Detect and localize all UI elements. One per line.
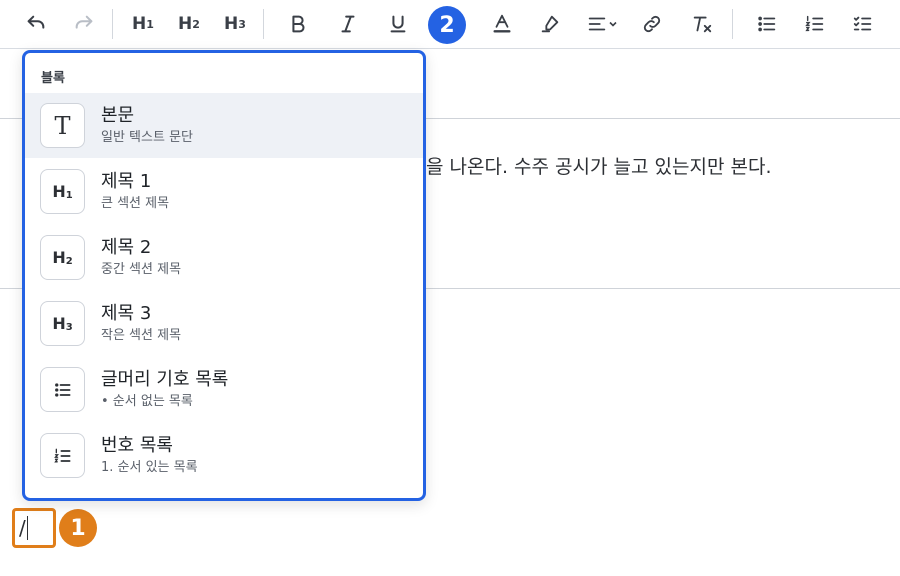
heading-3-button[interactable]: H3 (215, 6, 255, 42)
menu-item-title: 제목 1 (101, 171, 152, 192)
menu-item-title: 번호 목록 (101, 435, 173, 456)
underline-icon (390, 15, 406, 33)
document-paragraph[interactable]: 을 나온다. 수주 공시가 늘고 있는지만 본다. (426, 152, 771, 179)
menu-item-desc: 작은 섹션 제목 (101, 328, 182, 343)
italic-icon (341, 15, 355, 33)
slash-command-input[interactable]: / (12, 508, 56, 548)
menu-item-heading-1[interactable]: H1 제목 1 큰 섹션 제목 (25, 159, 423, 224)
heading-1-button[interactable]: H1 (123, 6, 163, 42)
text-color-button[interactable] (482, 6, 522, 42)
numbered-list-icon (805, 15, 824, 32)
redo-icon (75, 15, 93, 29)
menu-item-desc: 중간 섹션 제목 (101, 262, 182, 277)
align-left-icon (588, 17, 606, 31)
text-color-icon (493, 14, 511, 33)
bullet-list-icon (40, 367, 85, 412)
undo-icon (27, 15, 45, 29)
slash-input-value: / (19, 516, 26, 540)
clear-format-button[interactable] (682, 6, 722, 42)
redo-button[interactable] (66, 6, 102, 42)
menu-item-title: 글머리 기호 목록 (101, 369, 229, 390)
bold-button[interactable] (278, 6, 318, 42)
undo-button[interactable] (18, 6, 54, 42)
menu-item-heading-2[interactable]: H2 제목 2 중간 섹션 제목 (25, 225, 423, 290)
menu-item-numbered-list[interactable]: 번호 목록 1. 순서 있는 목록 (25, 423, 423, 488)
numbered-list-icon (40, 433, 85, 478)
numbered-list-button[interactable] (795, 6, 835, 42)
menu-item-bullet-list[interactable]: 글머리 기호 목록 • 순서 없는 목록 (25, 357, 423, 422)
link-button[interactable] (632, 6, 672, 42)
heading-1-icon: H1 (40, 169, 85, 214)
block-type-menu: 블록 T 본문 일반 텍스트 문단 H1 제목 1 큰 섹션 제목 H2 제목 … (22, 50, 426, 501)
bullet-list-icon (758, 16, 776, 32)
underline-button[interactable] (378, 6, 418, 42)
menu-item-desc: 큰 섹션 제목 (101, 196, 170, 211)
italic-button[interactable] (328, 6, 368, 42)
task-list-button[interactable] (843, 6, 883, 42)
toolbar-divider (263, 9, 264, 39)
heading-2-icon: H2 (40, 235, 85, 280)
highlighter-icon (541, 15, 559, 33)
menu-heading: 블록 (41, 71, 65, 86)
menu-item-desc: 1. 순서 있는 목록 (101, 460, 198, 475)
menu-item-desc: 일반 텍스트 문단 (101, 130, 193, 145)
step-badge-1: 1 (59, 509, 97, 547)
toolbar-divider (732, 9, 733, 39)
menu-item-heading-3[interactable]: H3 제목 3 작은 섹션 제목 (25, 291, 423, 356)
menu-item-paragraph[interactable]: T 본문 일반 텍스트 문단 (25, 93, 423, 158)
toolbar-divider (112, 9, 113, 39)
heading-3-icon: H3 (40, 301, 85, 346)
bold-icon (292, 15, 305, 33)
menu-item-title: 본문 (101, 105, 135, 126)
align-dropdown-button[interactable] (578, 6, 626, 42)
text-caret (26, 516, 29, 540)
menu-item-title: 제목 2 (101, 237, 152, 258)
text-t-icon: T (40, 103, 85, 148)
chevron-down-icon (609, 21, 617, 27)
heading-2-button[interactable]: H2 (169, 6, 209, 42)
clear-format-icon (693, 16, 712, 33)
highlight-button[interactable] (530, 6, 570, 42)
checklist-icon (853, 16, 872, 31)
bullet-list-button[interactable] (747, 6, 787, 42)
link-icon (643, 15, 661, 33)
menu-item-desc: • 순서 없는 목록 (101, 394, 193, 409)
step-badge-2: 2 (428, 6, 466, 44)
menu-item-title: 제목 3 (101, 303, 152, 324)
